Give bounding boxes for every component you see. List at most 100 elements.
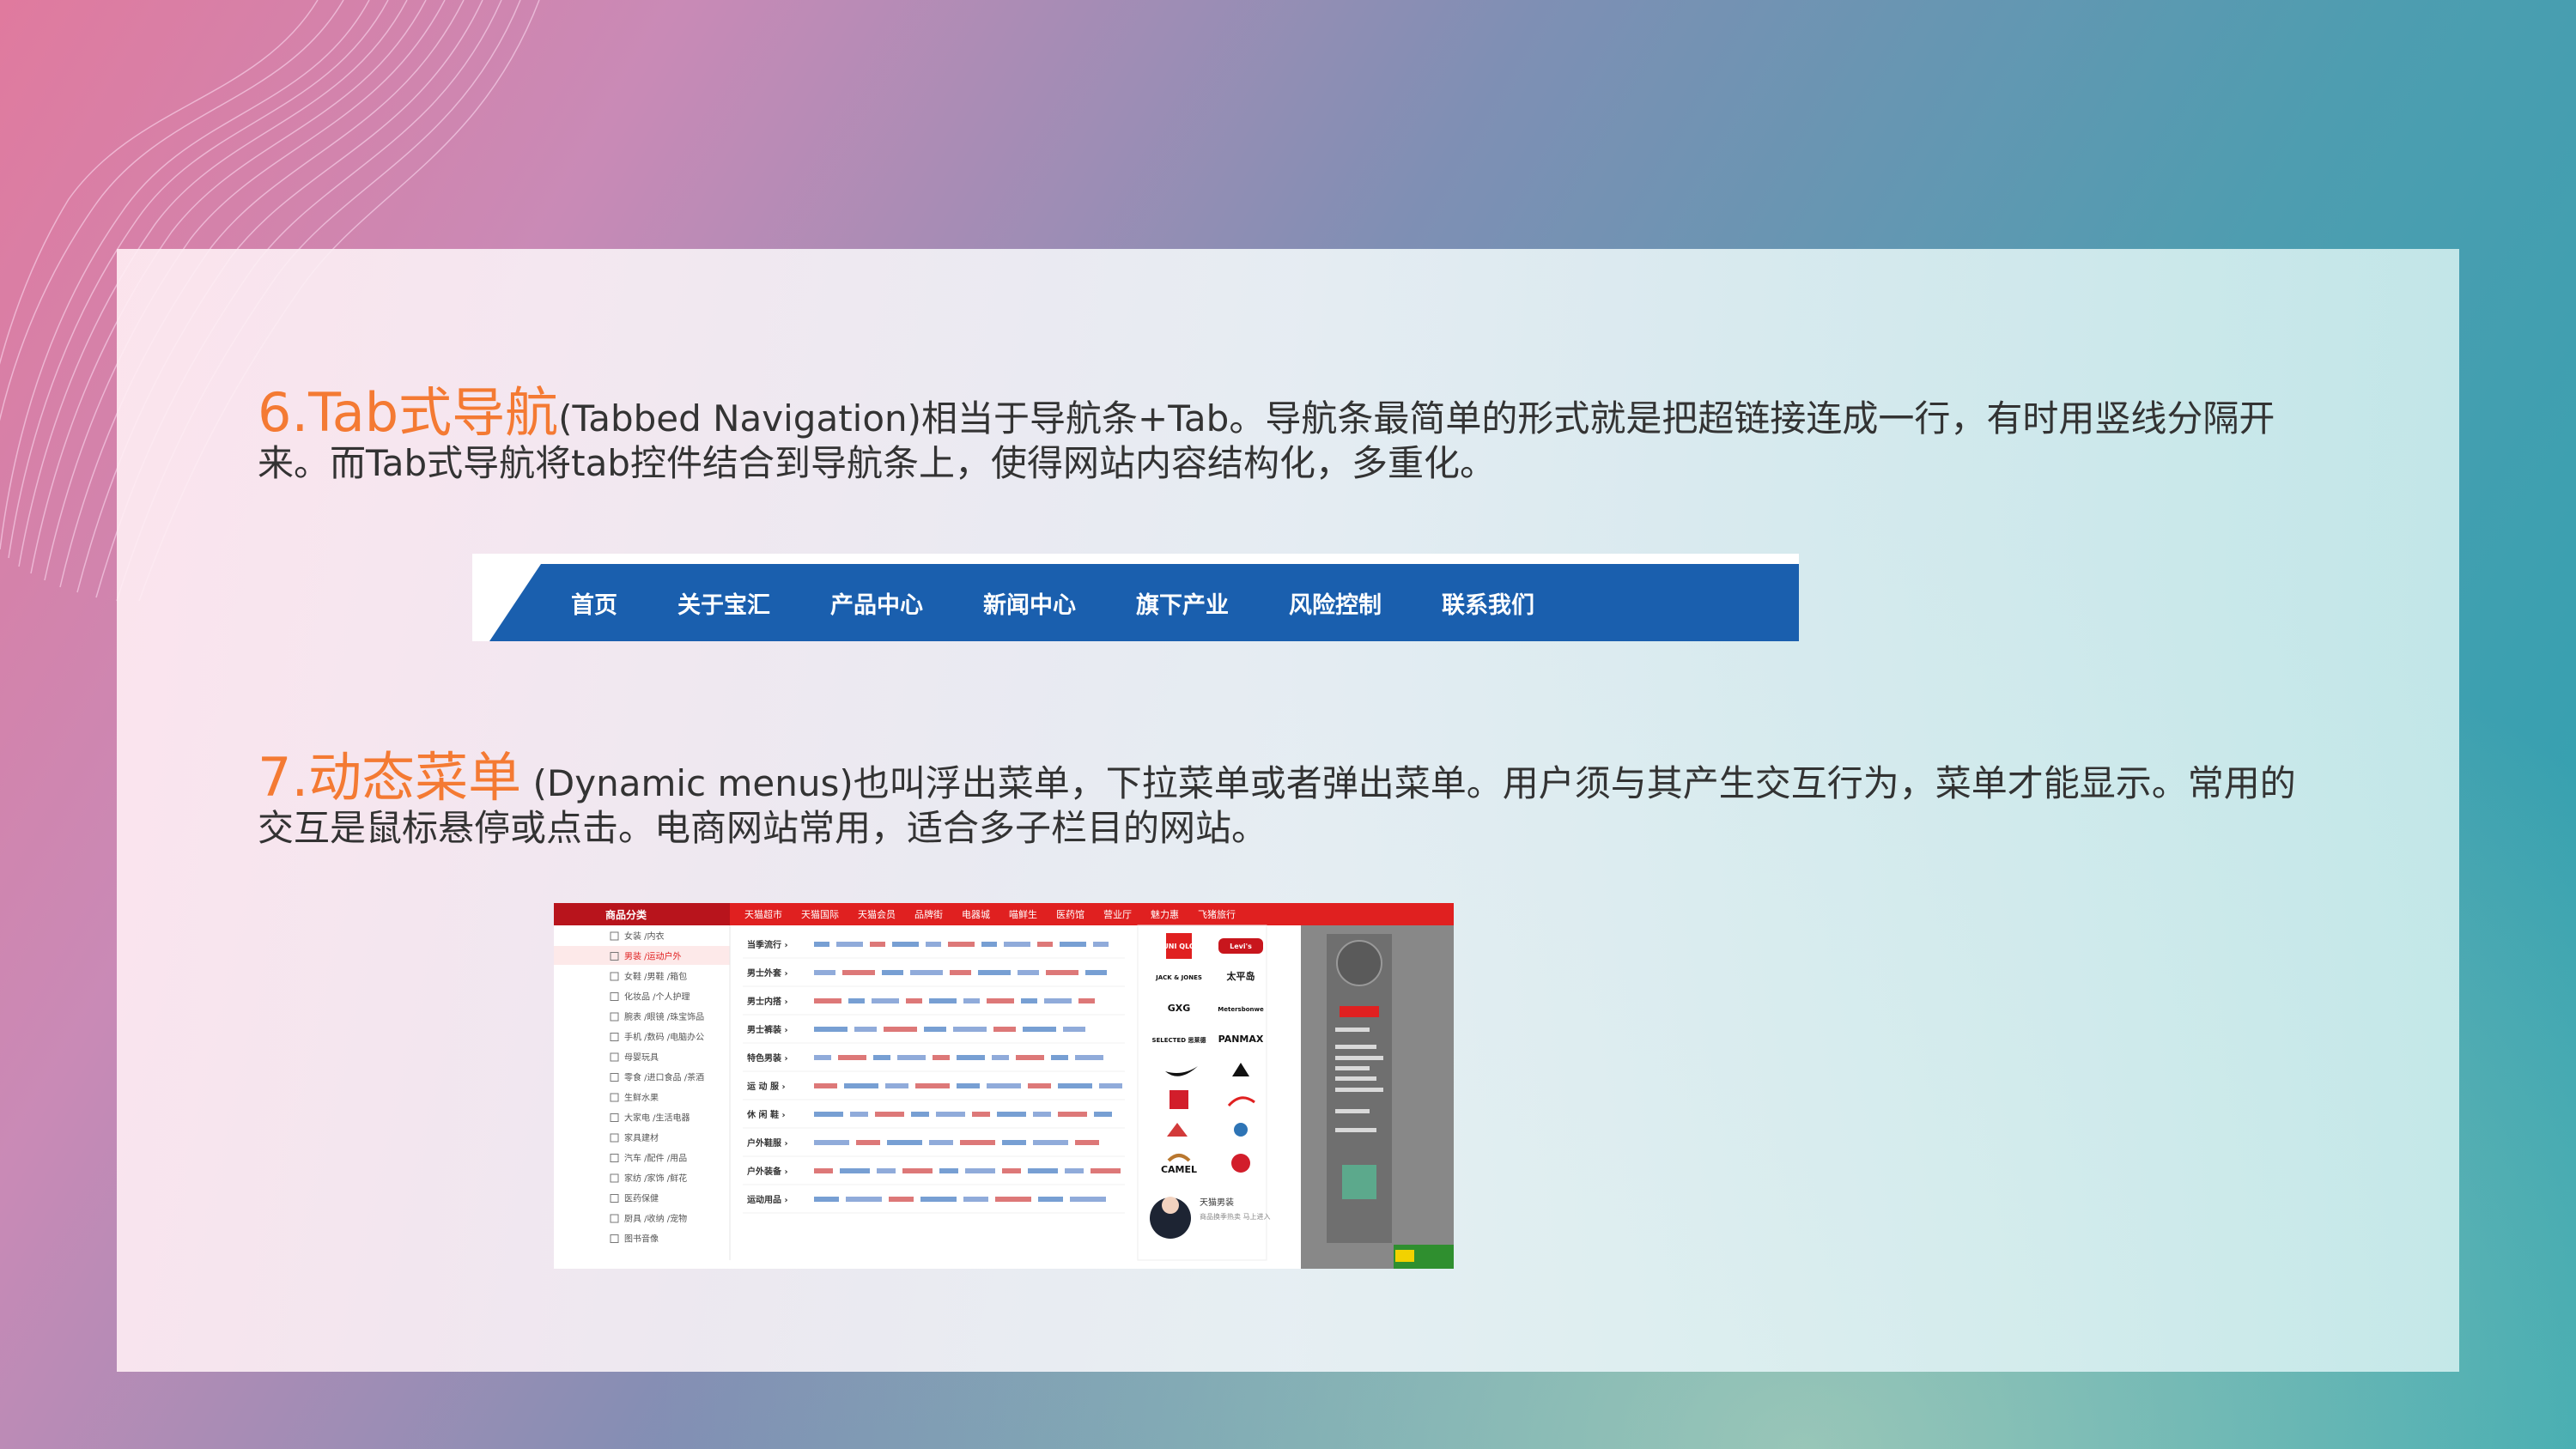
category-link-2-1 — [848, 998, 865, 1003]
tab-nav-item-6: 联系我们 — [1442, 591, 1534, 619]
top-nav-item-7: 营业厅 — [1103, 908, 1132, 920]
brand-logo-6: SELECTED 思莱德 — [1151, 1036, 1206, 1044]
category-link-0-9 — [1060, 942, 1086, 947]
category-link-4-6 — [992, 1055, 1009, 1060]
bottom-badge-mark — [1395, 1250, 1414, 1262]
category-link-6-4 — [936, 1112, 965, 1117]
category-link-0-6 — [981, 942, 997, 947]
category-link-6-3 — [911, 1112, 929, 1117]
category-link-3-2 — [884, 1027, 917, 1032]
category-link-8-8 — [1065, 1168, 1084, 1173]
right-sidebar-line-7 — [1335, 1128, 1376, 1132]
category-link-0-8 — [1037, 942, 1053, 947]
category-link-4-0 — [814, 1055, 831, 1060]
sidebar-item-14: 厨具 /收纳 /宠物 — [624, 1213, 687, 1224]
right-sidebar-line-5 — [1335, 1088, 1383, 1092]
category-link-9-3 — [920, 1197, 957, 1202]
category-link-6-8 — [1058, 1112, 1087, 1117]
brand-logo-8: CAMEL — [1161, 1164, 1197, 1175]
category-link-1-3 — [910, 970, 943, 975]
category-link-8-2 — [877, 1168, 896, 1173]
category-link-2-2 — [872, 998, 899, 1003]
category-link-8-6 — [1002, 1168, 1021, 1173]
category-link-4-8 — [1051, 1055, 1068, 1060]
category-link-9-2 — [889, 1197, 914, 1202]
category-link-9-7 — [1070, 1197, 1106, 1202]
slide: 6.Tab式导航(Tabbed Navigation)相当于导航条+Tab。导航… — [0, 0, 2576, 1449]
category-link-1-2 — [882, 970, 903, 975]
category-link-6-9 — [1094, 1112, 1112, 1117]
section-6-heading: 6.Tab式导航 — [258, 381, 559, 444]
brand-logo-5: Metersbonwe — [1218, 1006, 1264, 1013]
category-link-0-5 — [948, 942, 975, 947]
brand-logo-7: PANMAX — [1218, 1034, 1264, 1045]
category-link-9-4 — [963, 1197, 988, 1202]
under-armour-logo-icon — [1170, 1090, 1188, 1109]
category-link-4-7 — [1016, 1055, 1044, 1060]
category-row-label-2: 男士内搭 › — [747, 996, 788, 1007]
dynamic-menu-screenshot: 商品分类 天猫超市 天猫国际 天猫会员 品牌街 电器城 喵鲜生 医药馆 营业厅 魅力惠 飞猪旅行 … — [554, 903, 1454, 1269]
category-link-7-4 — [960, 1140, 995, 1145]
sidebar-item-8: 生鲜水果 — [624, 1092, 659, 1103]
category-link-9-6 — [1038, 1197, 1063, 1202]
category-link-7-0 — [814, 1140, 849, 1145]
category-link-7-3 — [929, 1140, 953, 1145]
category-link-5-1 — [844, 1083, 878, 1088]
brand-logo-4: GXG — [1168, 1003, 1191, 1014]
category-link-3-6 — [1023, 1027, 1056, 1032]
category-row-label-3: 男士裤装 › — [747, 1024, 788, 1035]
top-nav-item-8: 魅力惠 — [1151, 908, 1179, 920]
category-link-9-0 — [814, 1197, 839, 1202]
right-sidebar-line-1 — [1335, 1045, 1376, 1049]
category-link-2-9 — [1078, 998, 1095, 1003]
dynamic-menu-example: 商品分类 天猫超市 天猫国际 天猫会员 品牌街 电器城 喵鲜生 医药馆 营业厅 魅力惠 飞猪旅行 … — [554, 903, 1454, 1269]
sidebar-item-0: 女装 /内衣 — [624, 931, 665, 942]
sidebar-item-7: 零食 /进口食品 /茶酒 — [624, 1072, 704, 1083]
category-link-3-1 — [854, 1027, 877, 1032]
sidebar-item-11: 汽车 /配件 /用品 — [624, 1153, 687, 1164]
sidebar-item-5: 手机 /数码 /电脑办公 — [624, 1032, 704, 1043]
right-sidebar-line-0 — [1335, 1028, 1370, 1032]
brand-logo-1: Levi's — [1230, 943, 1252, 950]
category-link-4-3 — [897, 1055, 926, 1060]
sidebar-item-15: 图书音像 — [624, 1234, 659, 1245]
category-row-label-7: 户外鞋服 › — [746, 1137, 788, 1149]
tab-nav-items: 首页 关于宝汇 产品中心 新闻中心 旗下产业 风险控制 联系我们 — [571, 564, 1595, 641]
top-nav-item-2: 天猫会员 — [858, 909, 896, 920]
category-link-6-0 — [814, 1112, 843, 1117]
tab-nav-item-1: 关于宝汇 — [677, 591, 770, 619]
category-link-6-1 — [850, 1112, 868, 1117]
category-link-5-2 — [885, 1083, 908, 1088]
category-link-3-0 — [814, 1027, 848, 1032]
category-link-0-3 — [892, 942, 919, 947]
sidebar-item-4: 腕表 /眼镜 /珠宝饰品 — [624, 1011, 704, 1022]
category-link-6-2 — [875, 1112, 904, 1117]
category-link-5-7 — [1058, 1083, 1092, 1088]
top-nav-item-1: 天猫国际 — [801, 909, 839, 920]
category-row-label-0: 当季流行 › — [747, 939, 788, 950]
sidebar-item-13: 医药保健 — [624, 1193, 659, 1204]
category-link-7-5 — [1002, 1140, 1026, 1145]
tab-nav-item-5: 风险控制 — [1289, 591, 1382, 619]
category-link-1-0 — [814, 970, 835, 975]
category-link-5-8 — [1099, 1083, 1122, 1088]
category-row-label-5: 运 动 服 › — [747, 1081, 786, 1092]
top-nav-item-5: 喵鲜生 — [1009, 908, 1037, 920]
section-6-body: (Tabbed Navigation)相当于导航条+Tab。导航条最简单的形式就… — [258, 397, 2275, 484]
right-sidebar-line-4 — [1335, 1076, 1376, 1081]
category-row-label-8: 户外装备 › — [746, 1166, 788, 1177]
category-link-7-7 — [1075, 1140, 1099, 1145]
promo-title: 天猫男装 — [1200, 1197, 1234, 1208]
category-link-2-8 — [1044, 998, 1072, 1003]
tab-nav-item-4: 旗下产业 — [1136, 591, 1229, 619]
tab-nav-item-0: 首页 — [571, 591, 617, 619]
category-link-3-5 — [993, 1027, 1016, 1032]
category-link-9-1 — [846, 1197, 882, 1202]
category-row-label-6: 休 闲 鞋 › — [746, 1109, 786, 1120]
category-row-label-1: 男士外套 › — [747, 967, 788, 979]
brand-logo-0: UNI QLO — [1163, 943, 1195, 950]
category-link-9-5 — [995, 1197, 1031, 1202]
category-link-2-4 — [929, 998, 957, 1003]
category-link-4-4 — [933, 1055, 950, 1060]
category-link-1-5 — [978, 970, 1011, 975]
